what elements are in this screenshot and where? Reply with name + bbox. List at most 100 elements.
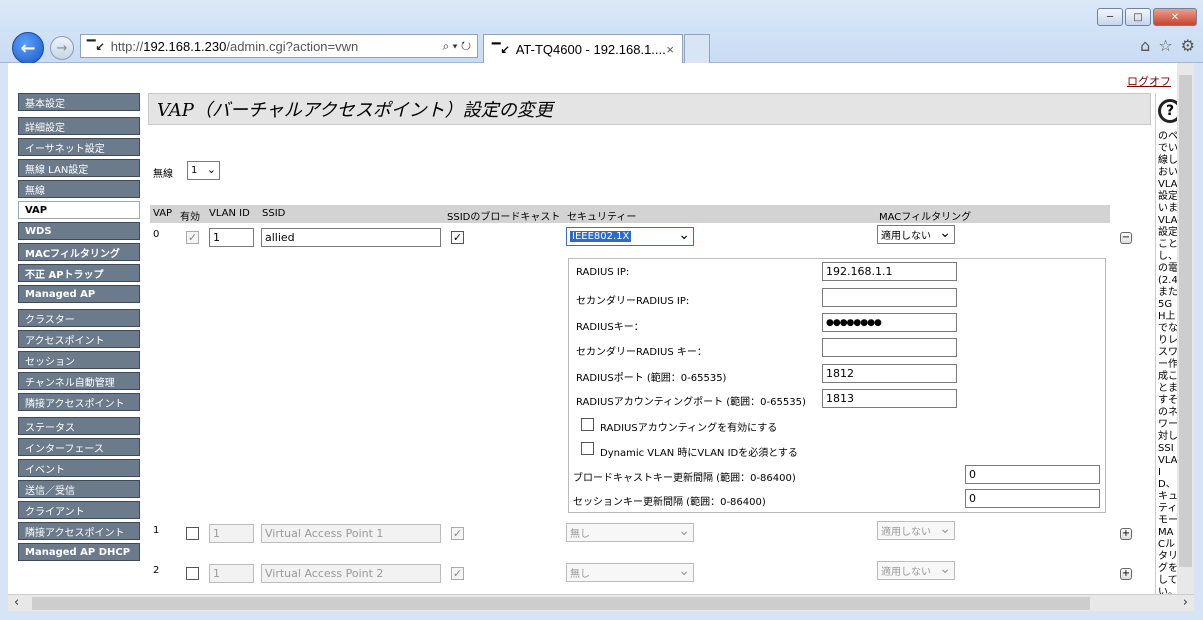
col-vlan-id: VLAN ID xyxy=(209,208,250,219)
forward-button[interactable]: → xyxy=(50,36,74,60)
radius-accounting-port-input[interactable]: 1813 xyxy=(822,389,957,408)
collapse-row-button[interactable]: − xyxy=(1120,232,1132,244)
mac-filter-select[interactable]: 適用しない ⌄ xyxy=(877,561,955,580)
mac-filter-select[interactable]: 適用しない ⌄ xyxy=(877,521,955,540)
horizontal-scrollbar[interactable]: ‹ › xyxy=(8,594,1194,611)
maximize-button[interactable]: □ xyxy=(1125,8,1151,26)
radius-accounting-checkbox[interactable] xyxy=(581,418,594,431)
sidebar-item-label: WDS xyxy=(25,225,52,237)
address-bar[interactable]: ▔↙ http://192.168.1.230/admin.cgi?action… xyxy=(80,34,478,58)
favorites-star-icon[interactable]: ☆ xyxy=(1158,36,1172,55)
ssid-input[interactable]: Virtual Access Point 2 xyxy=(261,564,441,583)
sidebar-item[interactable]: VAP xyxy=(18,201,140,219)
settings-gear-icon[interactable]: ⚙ xyxy=(1181,36,1195,55)
radio-select[interactable]: 1 ⌄ xyxy=(187,161,220,180)
vlan-id-input[interactable]: 1 xyxy=(209,564,254,583)
sidebar-item-label: セッション xyxy=(25,356,75,368)
address-tools[interactable]: ⌕ ▾ ↻ xyxy=(442,39,471,54)
security-select[interactable]: IEEE802.1X ⌄ xyxy=(566,227,694,246)
vap-enabled-checkbox[interactable] xyxy=(186,527,199,540)
sidebar-item[interactable]: 隣接アクセスポイント xyxy=(18,522,140,540)
plus-icon: + xyxy=(1121,528,1131,539)
radius-ip-value: 192.168.1.1 xyxy=(826,265,893,278)
vertical-scrollbar[interactable] xyxy=(1177,63,1194,594)
sidebar-item[interactable]: MACフィルタリング xyxy=(18,243,140,261)
sidebar-item-label: ステータス xyxy=(25,422,75,434)
sidebar-item[interactable]: 無線 xyxy=(18,180,140,198)
sidebar-item-label: 不正 APトラップ xyxy=(25,269,104,281)
sidebar-item[interactable]: インターフェース xyxy=(18,438,140,456)
security-select[interactable]: 無し ⌄ xyxy=(566,563,694,582)
sidebar-item[interactable]: イーサネット設定 xyxy=(18,138,140,156)
ssid-input[interactable]: Virtual Access Point 1 xyxy=(261,524,441,543)
sidebar-item-label: VAP xyxy=(25,204,48,216)
url-prefix: http:// xyxy=(110,38,144,54)
sidebar-item[interactable]: Managed AP xyxy=(18,285,140,303)
sidebar-item[interactable]: Managed AP DHCP xyxy=(18,543,140,561)
sidebar-item[interactable]: チャンネル自動管理 xyxy=(18,372,140,390)
security-select[interactable]: 無し ⌄ xyxy=(566,523,694,542)
ssid-broadcast-checkbox[interactable]: ✓ xyxy=(451,567,464,580)
window-controls: ─ □ ✕ xyxy=(1097,8,1197,26)
radius-key-label: RADIUSキー： xyxy=(576,322,644,333)
browser-tools: ⌂ ☆ ⚙ xyxy=(1140,36,1195,55)
close-window-button[interactable]: ✕ xyxy=(1153,8,1197,26)
sidebar-item[interactable]: WDS xyxy=(18,222,140,240)
secondary-radius-ip-input[interactable] xyxy=(822,288,957,307)
sidebar-item[interactable]: クライアント xyxy=(18,501,140,519)
vap-enabled-checkbox[interactable]: ✓ xyxy=(186,231,199,244)
mac-filter-select[interactable]: 適用しない ⌄ xyxy=(877,225,955,244)
radius-key-input[interactable]: ●●●●●●●● xyxy=(822,313,957,332)
sidebar-item[interactable]: アクセスポイント xyxy=(18,330,140,348)
sidebar-item[interactable]: 不正 APトラップ xyxy=(18,264,140,282)
help-text: のペでい線しおいVLA設定いま VLA設定ことし、の電(2.4また5GH上でなり… xyxy=(1158,131,1178,594)
back-button[interactable]: ← xyxy=(12,32,44,64)
expand-row-button[interactable]: + xyxy=(1120,568,1132,580)
dynamic-vlan-checkbox[interactable] xyxy=(581,442,594,455)
broadcast-key-interval-label: ブロードキャストキー更新間隔 (範囲：0-86400) xyxy=(573,473,796,484)
ssid-value: allied xyxy=(265,231,295,244)
horizontal-scroll-thumb[interactable] xyxy=(32,597,1090,610)
secondary-radius-key-input[interactable] xyxy=(822,338,957,357)
new-tab-button[interactable] xyxy=(684,34,710,63)
security-select-value: 無し xyxy=(570,569,590,580)
sidebar-item-label: クラスター xyxy=(25,314,75,326)
radius-accounting-label: RADIUSアカウンティングを有効にする xyxy=(600,423,778,434)
sidebar-nav: 基本設定詳細設定イーサネット設定無線 LAN設定 無線 VAP WDS MACフィルタリ… xyxy=(18,93,140,564)
session-key-interval-input[interactable]: 0 xyxy=(965,489,1100,508)
chevron-down-icon: ⌄ xyxy=(206,163,216,176)
vlan-id-input[interactable]: 1 xyxy=(209,524,254,543)
sidebar-item-label: アクセスポイント xyxy=(25,335,105,347)
sidebar-item[interactable]: 詳細設定 xyxy=(18,117,140,135)
sidebar-item[interactable]: 送信／受信 xyxy=(18,480,140,498)
sidebar-item[interactable]: クラスター xyxy=(18,309,140,327)
browser-tab[interactable]: ▔↙ AT-TQ4600 - 192.168.1.... × xyxy=(483,34,683,63)
ssid-broadcast-checkbox[interactable]: ✓ xyxy=(451,231,464,244)
scroll-left-icon[interactable]: ‹ xyxy=(14,595,19,610)
sidebar-item[interactable]: 隣接アクセスポイント xyxy=(18,393,140,411)
radius-port-input[interactable]: 1812 xyxy=(822,364,957,383)
sidebar-item-label: 無線 LAN設定 xyxy=(25,164,89,176)
ssid-input[interactable]: allied xyxy=(261,228,441,247)
sidebar-item[interactable]: 無線 LAN設定 xyxy=(18,159,140,177)
sidebar-item[interactable]: イベント xyxy=(18,459,140,477)
vlan-id-input[interactable]: 1 xyxy=(209,228,254,247)
vap-enabled-checkbox[interactable] xyxy=(186,567,199,580)
expand-row-button[interactable]: + xyxy=(1120,528,1132,540)
tab-close-icon[interactable]: × xyxy=(666,42,674,57)
home-icon[interactable]: ⌂ xyxy=(1140,36,1150,55)
sidebar-item[interactable]: ステータス xyxy=(18,417,140,435)
logout-link[interactable]: ログオフ xyxy=(1127,73,1171,89)
col-enabled: 有効 xyxy=(180,212,200,223)
radius-ip-input[interactable]: 192.168.1.1 xyxy=(822,262,957,281)
broadcast-key-interval-input[interactable]: 0 xyxy=(965,465,1100,484)
page-title-text: VAP（バーチャルアクセスポイント）設定の変更 xyxy=(157,100,553,121)
page-title: VAP（バーチャルアクセスポイント）設定の変更 xyxy=(148,93,1151,125)
ssid-broadcast-checkbox[interactable]: ✓ xyxy=(451,527,464,540)
sidebar-item[interactable]: 基本設定 xyxy=(18,93,140,111)
sidebar-item[interactable]: セッション xyxy=(18,351,140,369)
sidebar-item-label: 無線 xyxy=(25,185,45,197)
scroll-right-icon[interactable]: › xyxy=(1183,595,1188,610)
vertical-scroll-thumb[interactable] xyxy=(1179,75,1192,567)
minimize-button[interactable]: ─ xyxy=(1097,8,1123,26)
